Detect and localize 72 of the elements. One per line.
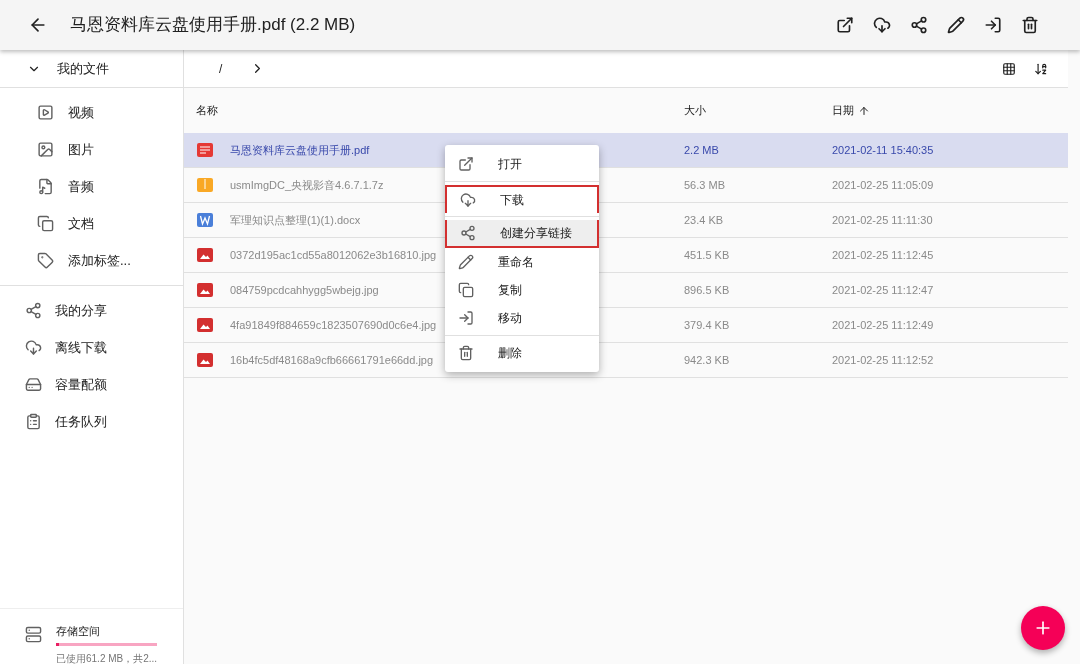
- download-icon: [25, 339, 42, 356]
- tag-icon: [37, 252, 54, 269]
- image-icon: [37, 141, 54, 158]
- storage-detail: 已使用61.2 MB，共2...: [56, 651, 158, 664]
- tasks-icon: [25, 413, 42, 430]
- window-title: 马恩资料库云盘使用手册.pdf (2.2 MB): [70, 14, 356, 37]
- image-file-icon: [197, 317, 213, 333]
- menu-item[interactable]: 下载: [445, 185, 599, 213]
- sidebar-item[interactable]: 图片: [0, 131, 183, 168]
- open-external-icon[interactable]: [835, 15, 855, 35]
- sort-icon[interactable]: [1034, 61, 1048, 76]
- rename-icon: [458, 254, 474, 270]
- download-icon: [460, 192, 476, 208]
- sidebar-section[interactable]: 我的文件: [0, 50, 183, 88]
- file-date: 2021-02-25 11:12:52: [832, 352, 934, 368]
- file-name[interactable]: 军理知识点整理(1)(1).docx: [230, 211, 361, 229]
- file-date: 2021-02-25 11:11:30: [832, 212, 933, 228]
- file-size: 2.2 MB: [684, 142, 720, 158]
- menu-item[interactable]: 删除: [445, 339, 599, 367]
- file-date: 2021-02-25 11:05:09: [832, 177, 934, 193]
- file-size: 896.5 KB: [684, 282, 731, 298]
- sidebar-item[interactable]: 任务队列: [0, 403, 183, 440]
- sidebar-item[interactable]: 容量配额: [0, 366, 183, 403]
- file-date: 2021-02-25 11:12:45: [832, 247, 934, 263]
- copy-icon: [458, 282, 474, 298]
- menu-item[interactable]: 重命名: [445, 248, 599, 276]
- file-date: 2021-02-25 11:12:49: [832, 317, 934, 333]
- column-header[interactable]: 日期: [832, 102, 870, 119]
- pdf-file-icon: [197, 142, 213, 158]
- open-icon: [458, 156, 474, 172]
- file-date: 2021-02-25 11:12:47: [832, 282, 934, 298]
- file-name[interactable]: usmImgDC_央视影音4.6.7.1.7z: [230, 176, 384, 194]
- move-icon: [458, 310, 474, 326]
- sidebar-item[interactable]: 我的分享: [0, 292, 183, 329]
- sidebar-item[interactable]: 视频: [0, 94, 183, 131]
- image-file-icon: [197, 352, 213, 368]
- video-icon: [37, 104, 54, 121]
- file-size: 942.3 KB: [684, 352, 731, 368]
- word-file-icon: [197, 212, 213, 228]
- share-icon[interactable]: [909, 15, 929, 35]
- storage-title: 存储空间: [56, 624, 101, 639]
- storage-icon: [25, 626, 42, 643]
- audio-icon: [37, 178, 54, 195]
- image-file-icon: [197, 247, 213, 263]
- file-size: 23.4 KB: [684, 212, 725, 228]
- file-size: 56.3 MB: [684, 177, 726, 193]
- menu-item[interactable]: 创建分享链接: [445, 220, 599, 248]
- share-icon: [460, 225, 476, 241]
- add-button[interactable]: [1021, 606, 1065, 650]
- image-file-icon: [197, 282, 213, 298]
- cloud-download-icon[interactable]: [872, 15, 892, 35]
- share-icon: [25, 302, 42, 319]
- file-date: 2021-02-11 15:40:35: [832, 142, 934, 158]
- grid-view-icon[interactable]: [1002, 61, 1016, 76]
- file-size: 379.4 KB: [684, 317, 731, 333]
- file-name[interactable]: 马恩资料库云盘使用手册.pdf: [230, 141, 370, 159]
- menu-item[interactable]: 打开: [445, 150, 599, 178]
- pencil-icon[interactable]: [946, 15, 966, 35]
- sidebar-item[interactable]: 文档: [0, 205, 183, 242]
- breadcrumb-root[interactable]: /: [217, 59, 225, 78]
- sidebar-item[interactable]: 离线下载: [0, 329, 183, 366]
- move-icon[interactable]: [983, 15, 1003, 35]
- menu-item[interactable]: 复制: [445, 276, 599, 304]
- column-header[interactable]: 大小: [684, 102, 832, 119]
- trash-icon[interactable]: [1020, 15, 1040, 35]
- sidebar-item[interactable]: 添加标签...: [0, 242, 183, 279]
- delete-icon: [458, 345, 474, 361]
- column-header[interactable]: 名称: [196, 102, 684, 119]
- menu-item[interactable]: 移动: [445, 304, 599, 332]
- sidebar-item[interactable]: 音频: [0, 168, 183, 205]
- archive-file-icon: [197, 177, 213, 193]
- file-size: 451.5 KB: [684, 247, 731, 263]
